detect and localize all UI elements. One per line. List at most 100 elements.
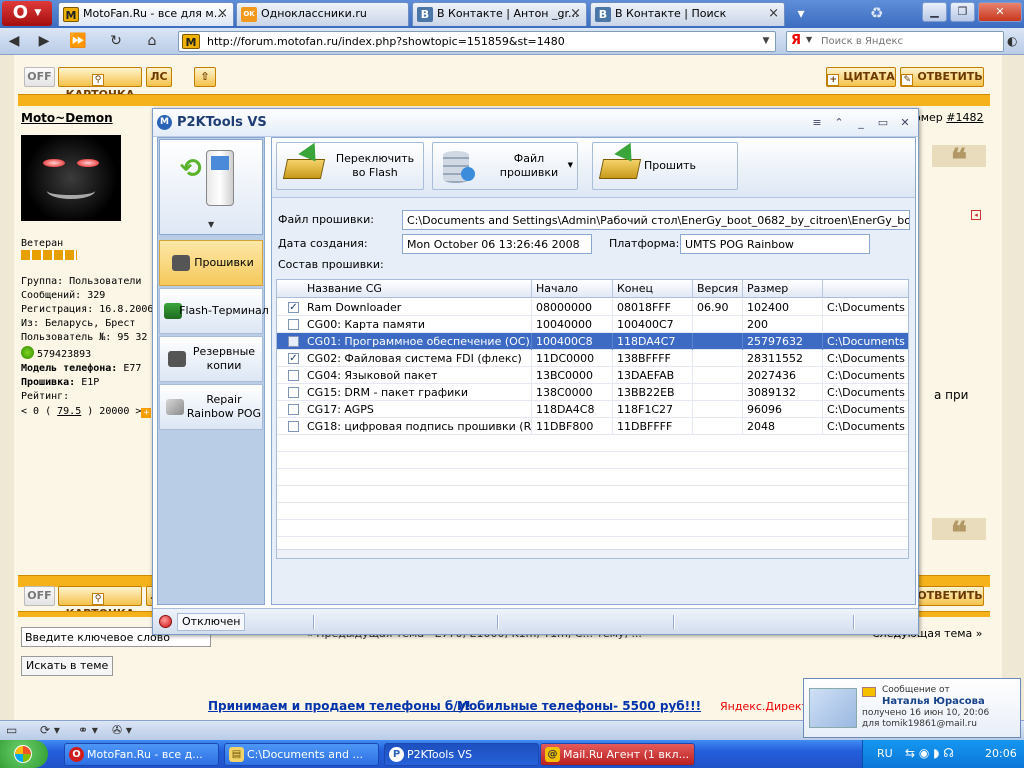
restore-icon[interactable]: ❐ — [950, 2, 975, 22]
minimize-icon[interactable]: ▁ — [922, 2, 947, 22]
notification-sender[interactable]: Наталья Юрасова — [882, 696, 985, 707]
close-icon[interactable]: ✕ — [896, 114, 914, 132]
column-header-2[interactable]: Конец — [613, 280, 693, 298]
widgets-icon[interactable]: ✇ ▾ — [112, 723, 132, 737]
flash-icon — [597, 142, 643, 185]
tab-odnoklassniki[interactable]: OK Одноклассники.ru — [236, 2, 409, 26]
fast-forward-icon[interactable]: ⏩ — [66, 31, 90, 52]
column-header-5[interactable] — [823, 280, 908, 298]
tab-motofan[interactable]: M MotoFan.Ru - все для м... × — [58, 2, 234, 26]
close-window-icon[interactable]: ✕ — [978, 2, 1022, 22]
p2ktools-window: M P2KTools VS ≡ ⌃ _ ▭ ✕ ⟲ ▼ Прошивки Fla… — [152, 108, 919, 635]
size-cell: 28311552 — [743, 350, 823, 367]
panel-toggle-icon[interactable]: ▭ — [6, 723, 17, 737]
search-engine-dropdown-icon[interactable]: ▼ — [806, 35, 812, 44]
window-title: P2KTools VS — [177, 115, 267, 130]
ad-link-mobile-phones[interactable]: Мобильные телефоны- 5500 руб!!! — [457, 699, 701, 713]
clock[interactable]: 20:06 — [985, 747, 1017, 760]
post-author-link[interactable]: Moto~Demon — [21, 111, 113, 125]
phone-switch-tile[interactable]: ⟲ ▼ — [159, 139, 263, 235]
search-in-topic-button[interactable]: Искать в теме — [21, 656, 114, 676]
backup-chip-icon — [168, 351, 186, 367]
platform-input[interactable] — [680, 234, 870, 254]
unite-icon[interactable]: ⚭ ▾ — [78, 723, 98, 737]
back-icon[interactable]: ◀ — [2, 31, 26, 52]
column-header-4[interactable]: Размер — [743, 280, 823, 298]
language-indicator[interactable]: RU — [877, 747, 893, 760]
tab-close-icon[interactable]: × — [570, 3, 581, 25]
table-row[interactable]: CG18: цифровая подпись прошивки (RSA) 11D… — [277, 418, 908, 435]
sidebar-item-flash-terminal[interactable]: Flash-Терминал — [159, 288, 269, 334]
pm-button[interactable]: ЛС — [146, 67, 172, 87]
table-row[interactable]: ✓ Ram Downloader 08000000 08018FFF 06.90 1024… — [277, 299, 908, 316]
minimize-icon[interactable]: _ — [852, 114, 870, 132]
yandex-search-input[interactable] — [821, 33, 999, 50]
task-opera[interactable]: O MotoFan.Ru - все д... — [64, 743, 219, 766]
card-button-bottom[interactable]: ⚲КАРТОЧКА — [58, 586, 142, 620]
motorola-icon: P — [389, 747, 404, 762]
empty-row — [277, 435, 908, 452]
table-row[interactable]: CG15: DRM - пакет графики 138C0000 13BB22E… — [277, 384, 908, 401]
scroll-top-button[interactable]: ⇧ — [194, 67, 216, 87]
flash-button[interactable]: Прошить — [592, 142, 738, 190]
zoom-icon[interactable]: ◐ — [1007, 34, 1017, 48]
table-row[interactable]: CG01: Программное обеспечение (ОС), 10040… — [277, 333, 908, 350]
yandex-direct-label[interactable]: Яндекс.Директ — [720, 700, 808, 713]
task-explorer[interactable]: ▤ C:\Documents and ... — [224, 743, 379, 766]
card-button[interactable]: ⚲КАРТОЧКА — [58, 67, 142, 101]
version-cell — [693, 384, 743, 401]
end-cell: 100400C7 — [613, 316, 693, 333]
collapse-icon[interactable]: ⌃ — [830, 114, 848, 132]
off-button-bottom[interactable]: OFF — [24, 586, 55, 606]
chevron-down-icon[interactable]: ▼ — [568, 161, 573, 169]
table-row[interactable]: CG00: Карта памяти 10040000 100400C7 200 — [277, 316, 908, 333]
tray-icons[interactable]: ⇆ ◉ ◗ ☊ — [905, 746, 954, 760]
column-header-3[interactable]: Версия — [693, 280, 743, 298]
tab-vkontakte-anton[interactable]: B В Контакте | Антон _gr... × — [412, 2, 587, 26]
report-icon[interactable]: ◂ — [971, 210, 981, 220]
table-row[interactable]: CG04: Языковой пакет 13BC0000 13DAEFAB 2027… — [277, 367, 908, 384]
table-row[interactable]: ✓ CG02: Файловая система FDI (флекс) 11DC0… — [277, 350, 908, 367]
address-bar[interactable]: M http://forum.motofan.ru/index.php?show… — [178, 31, 776, 52]
firmware-file-button[interactable]: Файл прошивки ▼ — [432, 142, 578, 190]
created-date-input[interactable] — [402, 234, 592, 254]
off-button[interactable]: OFF — [24, 67, 55, 87]
column-header-1[interactable]: Начало — [532, 280, 613, 298]
yandex-search-box[interactable]: Я ▼ — [786, 31, 1004, 52]
post-number-link[interactable]: #1482 — [946, 111, 983, 124]
sidebar-item-backups[interactable]: Резервные копии — [159, 336, 263, 382]
trash-icon[interactable]: ♻ — [870, 4, 883, 22]
mail-notification[interactable]: Сообщение от Наталья Юрасова получено 16… — [803, 678, 1021, 738]
column-header-0[interactable]: Название CG — [277, 280, 532, 298]
task-p2ktools[interactable]: P P2KTools VS — [384, 743, 539, 766]
firmware-file-input[interactable] — [402, 210, 910, 230]
reply-button[interactable]: ✎ ОТВЕТИТЬ — [900, 67, 984, 87]
sidebar-item-repair-rainbow[interactable]: Repair Rainbow POG — [159, 384, 263, 430]
rating-value-link[interactable]: 79.5 — [57, 406, 81, 417]
size-cell: 2027436 — [743, 367, 823, 384]
menu-icon[interactable]: ≡ — [808, 114, 826, 132]
quote-button[interactable]: + ЦИТАТА — [826, 67, 896, 87]
rating-plus-icon[interactable]: + — [141, 408, 152, 418]
address-dropdown-icon[interactable]: ▼ — [759, 33, 773, 50]
tab-close-icon[interactable]: × — [217, 3, 228, 25]
start-button[interactable] — [0, 740, 48, 768]
opera-menu-button[interactable]: O ▼ — [2, 1, 52, 26]
table-row[interactable]: CG17: AGPS 118DA4C8 118F1C27 96096 C:\Docume… — [277, 401, 908, 418]
forward-icon[interactable]: ▶ — [32, 31, 56, 52]
p2ktools-titlebar[interactable]: M P2KTools VS ≡ ⌃ _ ▭ ✕ — [153, 109, 918, 137]
maximize-icon[interactable]: ▭ — [874, 114, 892, 132]
turbo-icon[interactable]: ⟳ ▾ — [40, 723, 60, 737]
chevron-down-icon[interactable]: ▼ — [208, 220, 214, 229]
sidebar-item-firmware[interactable]: Прошивки — [159, 240, 263, 286]
switch-to-flash-button[interactable]: Переключить во Flash — [276, 142, 424, 190]
reload-icon[interactable]: ↻ — [104, 31, 128, 52]
tab-list-icon[interactable]: ▾ — [790, 3, 812, 25]
tab-vkontakte-search[interactable]: B В Контакте | Поиск × — [590, 2, 785, 26]
start-cell: 118DA4C8 — [532, 401, 613, 418]
tab-close-icon[interactable]: × — [768, 3, 779, 25]
horizontal-scrollbar[interactable] — [277, 549, 908, 558]
ad-link-used-phones[interactable]: Принимаем и продаем телефоны б/у! — [208, 699, 471, 713]
task-mailru-agent[interactable]: @ Mail.Ru Агент (1 вкл... — [540, 743, 695, 766]
home-icon[interactable]: ⌂ — [140, 31, 164, 52]
